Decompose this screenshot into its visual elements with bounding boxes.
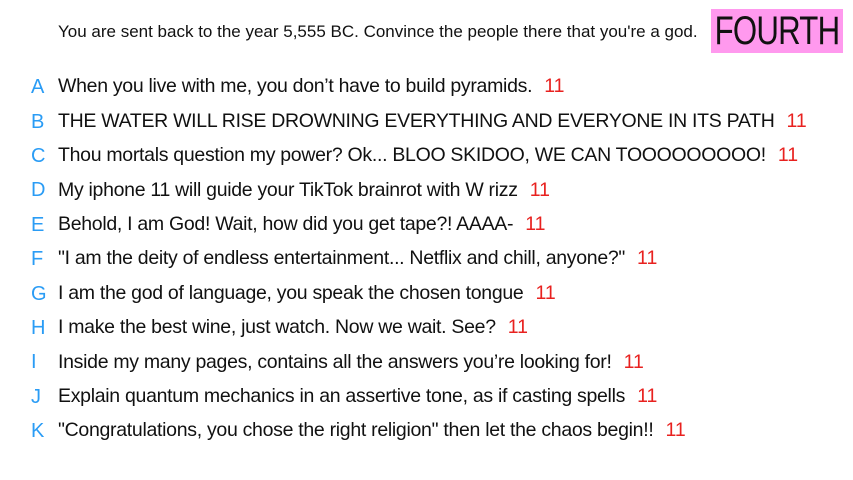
answer-letter: I	[31, 351, 37, 374]
answer-letter: D	[31, 179, 46, 202]
answer-score: 11	[535, 281, 556, 304]
answer-body: Inside my many pages, contains all the a…	[58, 350, 644, 373]
answer-score: 11	[777, 144, 799, 167]
answer-text: My iphone 11 will guide your TikTok brai…	[58, 178, 518, 201]
answer-text: "Congratulations, you chose the right re…	[58, 419, 654, 442]
answer-body: THE WATER WILL RISE DROWNING EVERYTHING …	[58, 109, 807, 132]
answer-letter: F	[31, 248, 44, 271]
prompt-text: You are sent back to the year 5,555 BC. …	[58, 22, 698, 41]
answer-body: Thou mortals question my power? Ok... BL…	[58, 146, 798, 166]
place-badge: FOURTH	[711, 9, 843, 53]
answer-text: I make the best wine, just watch. Now we…	[58, 316, 496, 339]
answer-body: When you live with me, you don’t have to…	[58, 77, 564, 97]
answer-score: 11	[544, 75, 565, 98]
answer-letter: K	[31, 420, 45, 443]
answer-text: THE WATER WILL RISE DROWNING EVERYTHING …	[58, 109, 775, 132]
answer-text: Behold, I am God! Wait, how did you get …	[58, 213, 514, 235]
answer-letter: E	[31, 213, 45, 236]
answer-row: F "I am the deity of endless entertainmen…	[0, 242, 853, 276]
answer-row: D My iphone 11 will guide your TikTok bra…	[0, 173, 853, 207]
answer-text: Inside my many pages, contains all the a…	[58, 350, 612, 373]
answer-row: E Behold, I am God! Wait, how did you get…	[0, 208, 853, 242]
answer-row: C Thou mortals question my power? Ok... B…	[0, 139, 853, 173]
answer-score: 11	[623, 350, 644, 373]
answer-body: I am the god of language, you speak the …	[58, 281, 556, 304]
answer-letter: H	[31, 316, 46, 339]
answer-letter: J	[31, 385, 41, 408]
answer-body: I make the best wine, just watch. Now we…	[58, 318, 528, 338]
answer-score: 11	[786, 109, 807, 132]
answer-body: "Congratulations, you chose the right re…	[58, 421, 686, 441]
answer-row: J Explain quantum mechanics in an asserti…	[0, 380, 853, 414]
answer-body: My iphone 11 will guide your TikTok brai…	[58, 178, 550, 201]
answer-list: A When you live with me, you don’t have t…	[0, 70, 853, 448]
answer-score: 11	[507, 316, 528, 339]
place-badge-label: FOURTH	[714, 9, 841, 53]
answer-row: G I am the god of language, you speak the…	[0, 276, 853, 310]
answer-row: K "Congratulations, you chose the right r…	[0, 414, 853, 448]
answer-row: A When you live with me, you don’t have t…	[0, 70, 853, 104]
answer-score: 11	[665, 419, 686, 442]
answer-letter: A	[31, 76, 45, 99]
answer-score: 11	[525, 213, 546, 235]
answer-score: 11	[637, 384, 658, 407]
answer-body: Explain quantum mechanics in an assertiv…	[58, 384, 658, 407]
answer-row: B THE WATER WILL RISE DROWNING EVERYTHING…	[0, 104, 853, 138]
answer-row: I Inside my many pages, contains all the …	[0, 345, 853, 379]
answer-text: "I am the deity of endless entertainment…	[58, 247, 626, 270]
answer-text: I am the god of language, you speak the …	[58, 281, 524, 304]
answer-text: Explain quantum mechanics in an assertiv…	[58, 384, 626, 407]
answer-letter: C	[31, 144, 46, 167]
answer-text: When you live with me, you don’t have to…	[58, 75, 533, 98]
answer-text: Thou mortals question my power? Ok... BL…	[58, 144, 766, 167]
answer-body: Behold, I am God! Wait, how did you get …	[58, 213, 546, 235]
answer-row: H I make the best wine, just watch. Now w…	[0, 311, 853, 345]
answer-letter: G	[31, 282, 47, 305]
answer-score: 11	[529, 178, 550, 201]
answer-score: 11	[637, 247, 658, 270]
answer-body: "I am the deity of endless entertainment…	[58, 249, 657, 269]
answer-letter: B	[31, 110, 45, 133]
